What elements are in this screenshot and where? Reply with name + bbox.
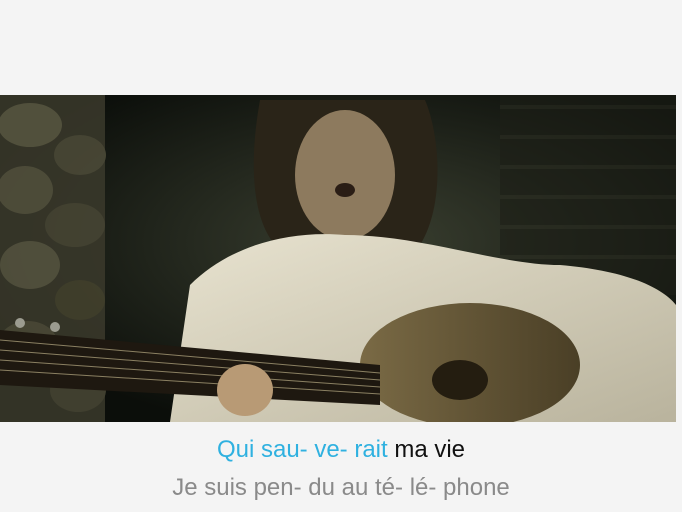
- lyrics-panel: Qui sau- ve- rait ma vie Je suis pen- du…: [0, 422, 682, 512]
- video-scene: [0, 95, 676, 422]
- right-border: [676, 95, 682, 422]
- unsung-lyric-text: ma vie: [394, 436, 466, 463]
- sung-lyric-text: Qui sau- ve- rait: [216, 436, 388, 463]
- current-lyric-line: Qui sau- ve- rait ma vie: [0, 436, 682, 464]
- next-lyric-line: Je suis pen- du au té- lé- phone: [172, 474, 510, 501]
- karaoke-screen: Qui sau- ve- rait ma vie Je suis pen- du…: [0, 0, 682, 512]
- music-video-frame: [0, 95, 676, 422]
- top-band: [0, 0, 682, 95]
